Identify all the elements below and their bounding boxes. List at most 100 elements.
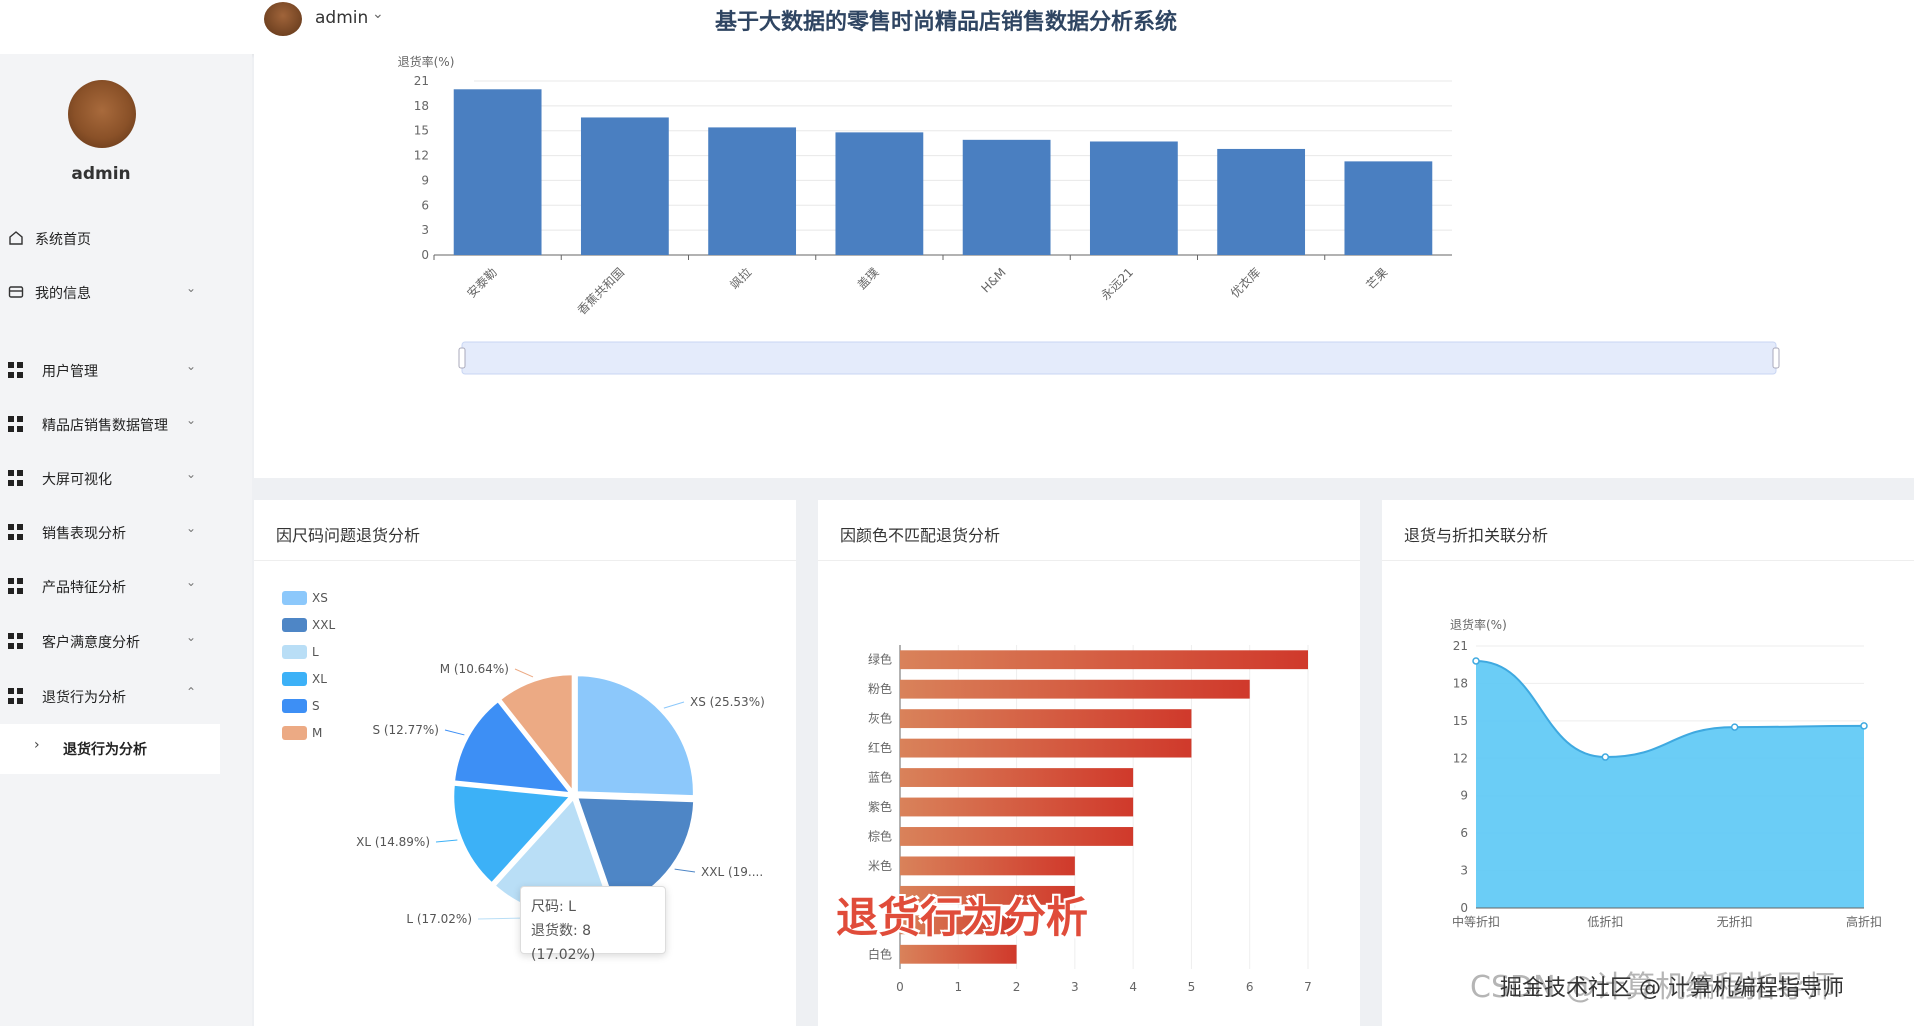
avatar[interactable] <box>264 2 302 36</box>
avatar <box>68 80 136 148</box>
y-tick-label: 紫色 <box>868 800 892 814</box>
grid-icon <box>8 416 24 432</box>
grid-icon <box>8 578 24 594</box>
data-point <box>1601 753 1610 761</box>
pie-label-line <box>444 729 465 736</box>
color-return-bar-chart: 0 1 2 3 4 5 6 7 绿色粉色灰色红色蓝色紫色棕色米色白色 <box>868 645 1312 994</box>
x-tick-label: 2 <box>1013 980 1021 994</box>
y-tick-label: 棕色 <box>868 828 892 843</box>
chart-tooltip: 尺码: L 退货数: 8 (17.02%) <box>520 886 666 963</box>
x-tick-label: 优衣库 <box>1227 265 1263 301</box>
pie-label: XXL (19.... <box>701 865 763 879</box>
data-point <box>1472 657 1480 665</box>
data-point <box>1860 722 1868 730</box>
x-tick-label: H&M <box>979 265 1009 295</box>
discount-return-panel: 退货与折扣关联分析 退货率(%) 0 3 6 9 12 15 18 21 中等折扣 低折扣 无折扣 高折… <box>1382 500 1914 1026</box>
sidebar-item-big-screen[interactable]: 大屏可视化 ⌄ <box>0 458 220 498</box>
sidebar-item-label: 用户管理 <box>42 364 98 380</box>
y-tick-label: 9 <box>421 173 429 187</box>
legend-label: S <box>312 699 320 713</box>
x-tick-label: 5 <box>1188 980 1196 994</box>
x-tick-label: 芒果 <box>1363 265 1391 293</box>
bar <box>900 944 1017 964</box>
brand-return-rate-chart: 退货率(%) 0 3 6 9 12 15 18 21 安泰勒 香蕉共和国 飒拉 盖璞 H&M 永远21 优衣库… <box>398 54 1780 375</box>
sidebar-item-return-behavior[interactable]: 退货行为分析 ⌃ <box>0 676 220 716</box>
y-tick-label: 12 <box>1453 751 1468 765</box>
y-tick-label: 粉色 <box>868 682 892 696</box>
chevron-down-icon: ⌄ <box>186 359 197 373</box>
sidebar-username: admin <box>71 164 131 184</box>
y-tick-label: 18 <box>1453 676 1468 690</box>
y-tick-label: 15 <box>1453 714 1468 728</box>
y-tick-label: 灰色 <box>868 712 892 726</box>
bar <box>900 768 1134 787</box>
home-icon <box>9 231 23 245</box>
legend-swatch <box>282 618 307 632</box>
legend-swatch <box>282 699 307 713</box>
legend-swatch <box>282 591 307 605</box>
page-title: 基于大数据的零售时尚精品店销售数据分析系统 <box>715 10 1178 35</box>
y-tick-label: 6 <box>1460 826 1468 840</box>
y-tick-label: 21 <box>1453 639 1468 653</box>
x-tick-label: 盖璞 <box>855 265 882 292</box>
chevron-down-icon: ⌄ <box>186 630 197 644</box>
bar <box>900 827 1134 846</box>
sidebar-item-my-info[interactable]: 我的信息 ⌄ <box>0 272 220 312</box>
legend-label: XS <box>312 591 328 605</box>
bar <box>900 856 1075 876</box>
sidebar-item-label: 系统首页 <box>35 232 91 248</box>
x-tick-label: 6 <box>1246 980 1254 994</box>
zoom-handle-right <box>1772 347 1780 369</box>
zoom-handle-left <box>458 347 466 369</box>
x-tick-label: 飒拉 <box>727 265 755 293</box>
bar <box>900 738 1192 758</box>
overlay-caption: 退货行为分析 <box>836 893 1089 942</box>
bar <box>900 797 1134 817</box>
brand-return-rate-panel: 退货率(%) 0 3 6 9 12 15 18 21 安泰勒 香蕉共和国 飒拉 盖璞 H&M 永远21 优衣库… <box>254 54 1914 478</box>
sidebar-item-home[interactable]: 系统首页 <box>0 218 220 258</box>
legend-label: M <box>312 726 322 740</box>
top-bar: admin ⌄ 基于大数据的零售时尚精品店销售数据分析系统 <box>0 0 1914 54</box>
chevron-down-icon[interactable]: ⌄ <box>372 6 384 22</box>
sidebar-item-satisfaction[interactable]: 客户满意度分析 ⌄ <box>0 621 220 661</box>
grid-icon <box>8 633 24 649</box>
x-tick-label: 4 <box>1129 980 1137 994</box>
x-tick-label: 3 <box>1071 980 1079 994</box>
bar <box>835 132 924 255</box>
sidebar-item-sales-data[interactable]: 精品店销售数据管理 ⌄ <box>0 404 220 444</box>
sidebar-item-sales-performance[interactable]: 销售表现分析 ⌄ <box>0 512 220 552</box>
x-tick-label: 永远21 <box>1098 265 1136 303</box>
sidebar-item-label: 退货行为分析 <box>42 690 126 706</box>
sidebar-item-label: 产品特征分析 <box>42 580 126 596</box>
sidebar-subitem-return-behavior[interactable]: › 退货行为分析 <box>0 724 220 774</box>
legend-swatch <box>282 726 307 740</box>
bar <box>1344 161 1433 255</box>
bar <box>962 139 1051 255</box>
pie-slice <box>575 674 695 798</box>
sidebar-item-label: 客户满意度分析 <box>42 635 140 651</box>
watermark: 掘金技术社区 @ 计算机编程指导师 <box>1500 976 1844 1001</box>
sidebar-item-label: 我的信息 <box>35 286 91 302</box>
x-tick-label: 安泰勒 <box>464 265 500 301</box>
bar <box>900 679 1250 699</box>
legend-label: L <box>312 645 319 659</box>
pie-label: M (10.64%) <box>440 662 509 676</box>
discount-return-area-chart: 退货率(%) 0 3 6 9 12 15 18 21 中等折扣 低折扣 无折扣 高折扣 <box>1450 617 1882 929</box>
tooltip-line: 退货数: 8 (17.02%) <box>531 923 596 963</box>
pie-label-line <box>435 839 458 843</box>
sidebar-item-user-mgmt[interactable]: 用户管理 ⌄ <box>0 350 220 390</box>
y-tick-label: 3 <box>421 223 429 237</box>
y-axis-label: 退货率(%) <box>1450 617 1507 632</box>
legend-swatch <box>282 645 307 659</box>
legend-label: XL <box>312 672 327 686</box>
pie-label-line <box>514 668 534 678</box>
top-username[interactable]: admin <box>315 8 368 28</box>
x-tick-label: 中等折扣 <box>1452 914 1500 929</box>
y-tick-label: 3 <box>1460 864 1468 878</box>
bar <box>900 709 1192 729</box>
y-tick-label: 红色 <box>868 740 892 755</box>
color-return-panel: 因颜色不匹配退货分析 0 1 2 3 4 5 6 7 绿色 粉色 灰色 红色 蓝色 紫色 棕色 米色 白色 <box>818 500 1360 1026</box>
sidebar-item-product-features[interactable]: 产品特征分析 ⌄ <box>0 566 220 606</box>
chevron-up-icon: ⌃ <box>186 685 197 699</box>
sidebar-item-label: 销售表现分析 <box>42 526 126 542</box>
